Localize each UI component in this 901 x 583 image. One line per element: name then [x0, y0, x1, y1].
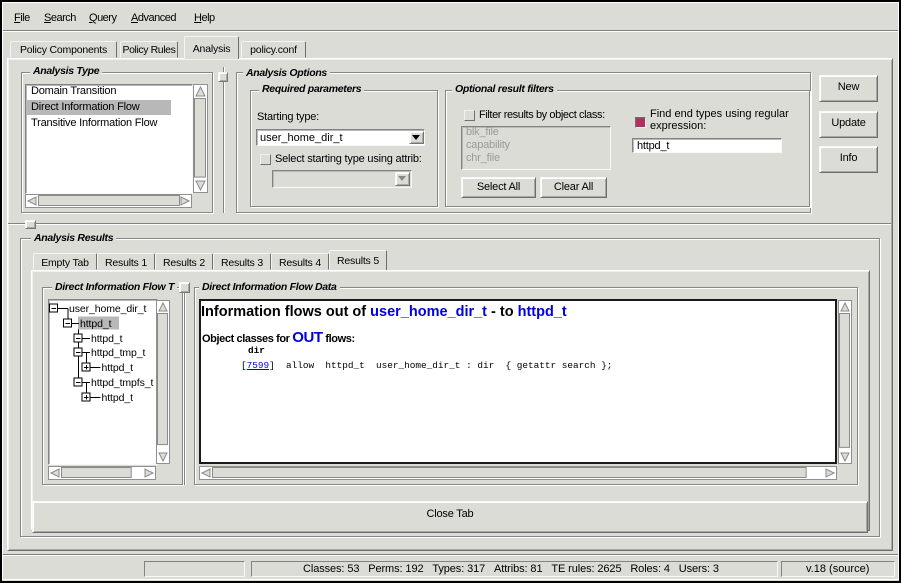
svg-text:httpd_t: httpd_t	[91, 333, 123, 345]
svg-text:httpd_t: httpd_t	[102, 392, 134, 404]
svg-text:httpd_t: httpd_t	[102, 362, 134, 374]
svg-text:httpd_tmp_t: httpd_tmp_t	[91, 347, 146, 359]
svg-text:httpd_tmpfs_t: httpd_tmpfs_t	[91, 377, 154, 389]
svg-text:user_home_dir_t: user_home_dir_t	[69, 303, 146, 315]
svg-text:httpd_t: httpd_t	[80, 318, 112, 330]
